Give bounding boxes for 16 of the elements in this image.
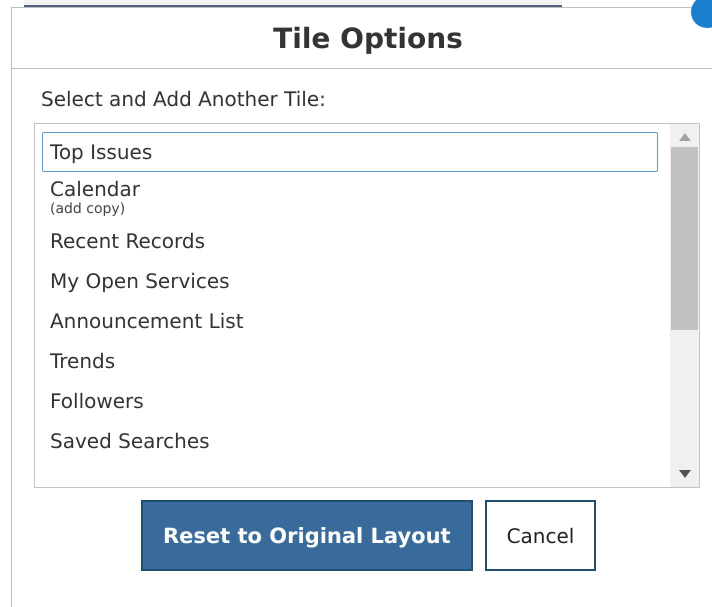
tile-option[interactable]: Top Issues: [42, 132, 658, 172]
tile-option[interactable]: Trends: [42, 341, 658, 381]
dialog-title: Tile Options: [273, 22, 463, 54]
scroll-down-icon[interactable]: [678, 470, 690, 478]
tile-option[interactable]: Saved Searches: [42, 421, 658, 461]
scrollbar[interactable]: [670, 124, 699, 487]
reset-button[interactable]: Reset to Original Layout: [141, 500, 473, 571]
tile-option[interactable]: Recent Records: [42, 221, 658, 261]
cancel-button[interactable]: Cancel: [484, 500, 596, 571]
scroll-thumb[interactable]: [671, 147, 698, 330]
prompt-label: Select and Add Another Tile:: [41, 87, 327, 111]
scroll-up-icon[interactable]: [678, 133, 690, 141]
tile-option[interactable]: Announcement List: [42, 301, 658, 341]
tile-option[interactable]: Followers: [42, 381, 658, 421]
tile-option[interactable]: My Open Services: [42, 261, 658, 301]
tile-option[interactable]: Calendar (add copy): [42, 172, 658, 221]
